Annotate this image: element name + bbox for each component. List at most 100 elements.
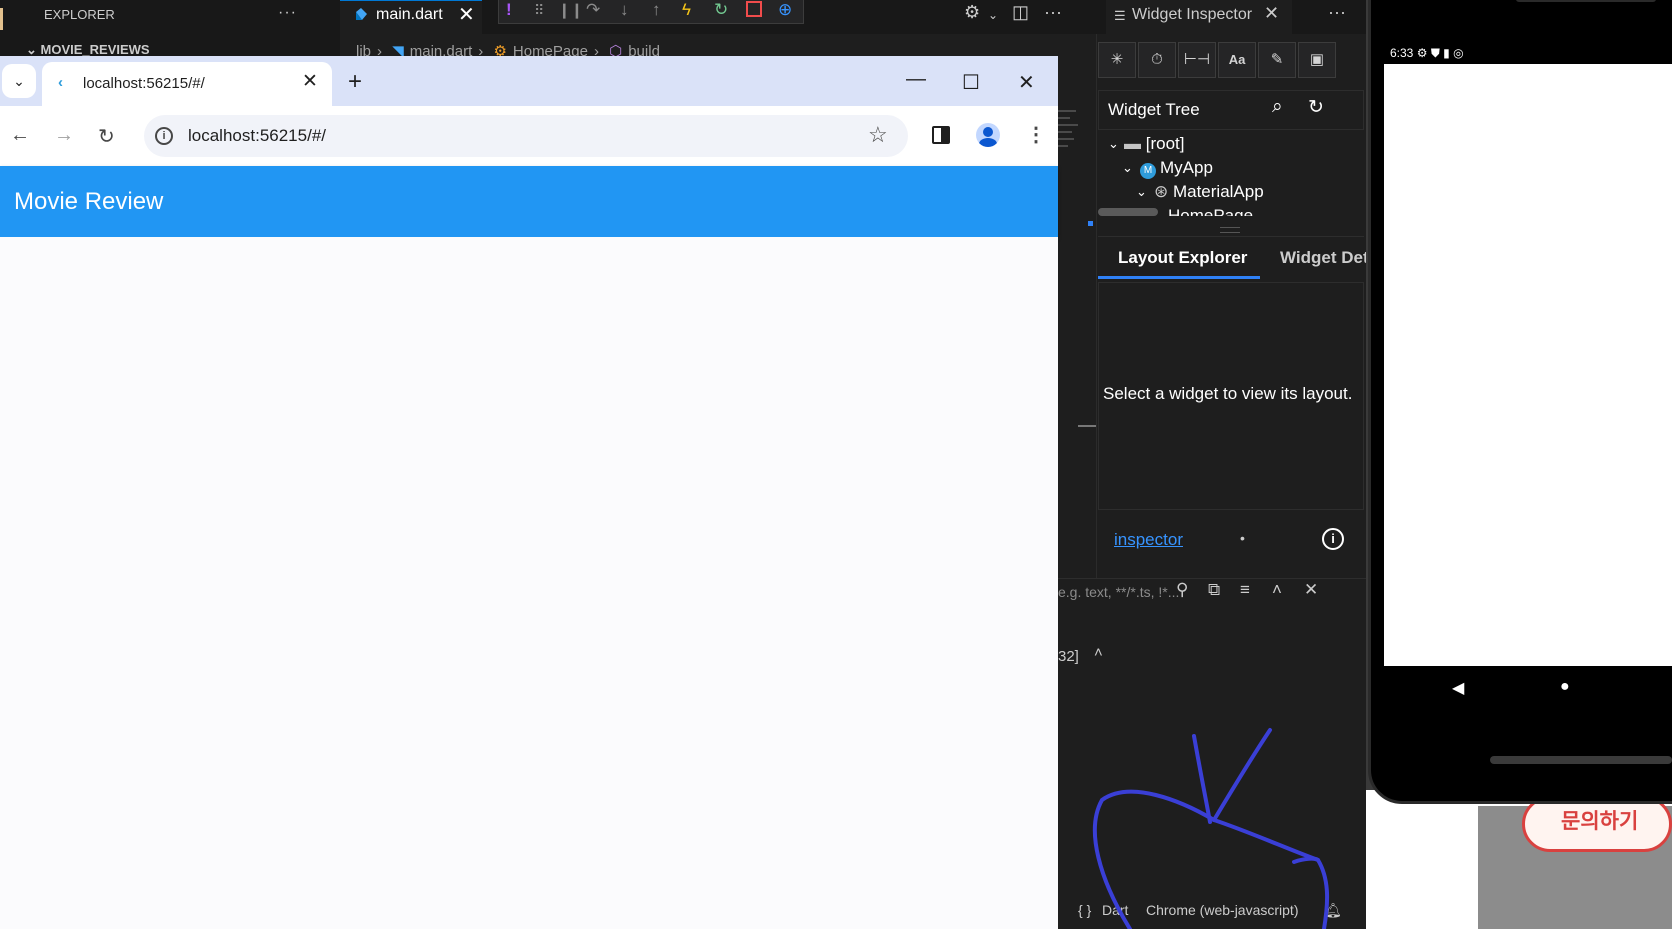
- flutter-icon: ‹: [58, 74, 63, 91]
- close-window-button[interactable]: ✕: [1018, 70, 1035, 95]
- show-guidelines-icon[interactable]: ⊢⊣: [1178, 42, 1216, 78]
- editor-more-button[interactable]: ···: [1044, 2, 1062, 23]
- explorer-title: EXPLORER: [44, 7, 115, 22]
- status-bar: { } Dart Chrome (web-javascript) 🔔︎: [1058, 898, 1366, 922]
- tree-scrollbar[interactable]: [1098, 208, 1158, 216]
- chevron-up-icon[interactable]: ˄: [1272, 580, 1282, 600]
- pause-icon[interactable]: ❙❙: [558, 1, 583, 19]
- splitter-handle[interactable]: [1220, 227, 1240, 233]
- inspector-more-button[interactable]: ···: [1328, 2, 1346, 23]
- profile-avatar-icon[interactable]: [976, 123, 1000, 147]
- debug-warning-icon[interactable]: !: [506, 0, 512, 20]
- sd-card-icon: ▮: [1443, 46, 1450, 60]
- status-device[interactable]: Chrome (web-javascript): [1146, 902, 1298, 918]
- material-icon: ⊛: [1154, 182, 1173, 201]
- step-over-icon[interactable]: ↷: [586, 0, 600, 20]
- new-tab-button[interactable]: +: [348, 68, 362, 96]
- stateless-widget-icon: M: [1140, 163, 1156, 179]
- filter-icon[interactable]: ⚲: [1176, 580, 1188, 600]
- tab-layout-explorer[interactable]: Layout Explorer: [1118, 248, 1247, 268]
- bell-icon[interactable]: 🔔︎: [1324, 902, 1342, 919]
- bookmark-star-icon[interactable]: ☆: [868, 122, 888, 148]
- select-widget-mode-icon[interactable]: ✳: [1098, 42, 1136, 78]
- contact-button[interactable]: 문의하기: [1522, 796, 1672, 852]
- copy-icon[interactable]: ⧉: [1208, 580, 1220, 600]
- forward-icon[interactable]: →: [54, 124, 74, 147]
- chevron-down-icon: ⌄: [26, 42, 41, 57]
- inspector-tab-close-button[interactable]: ✕: [1264, 3, 1279, 24]
- editor-tab-close-button[interactable]: ✕: [458, 2, 475, 27]
- step-out-icon[interactable]: ↑: [652, 0, 661, 20]
- sync-icon: ◎: [1453, 46, 1464, 60]
- sash-indicator: [1088, 221, 1093, 226]
- slow-animations-icon[interactable]: ⏱: [1138, 42, 1176, 78]
- nav-back-icon[interactable]: ◀: [1452, 678, 1464, 698]
- app-title: Movie Review: [14, 188, 164, 215]
- activity-indicator: [0, 8, 3, 30]
- maximize-button[interactable]: ☐: [962, 70, 980, 95]
- hot-reload-icon[interactable]: ϟ: [682, 0, 691, 20]
- status-time: 6:33: [1390, 46, 1414, 60]
- info-icon[interactable]: i: [1322, 528, 1344, 550]
- tab-widget-details-tree[interactable]: Widget Details Tree: [1280, 248, 1366, 268]
- show-baselines-icon[interactable]: Aa: [1218, 42, 1256, 78]
- chrome-menu-icon[interactable]: ⋮: [1026, 122, 1046, 147]
- output-log-line: 32]: [1058, 648, 1079, 665]
- back-icon[interactable]: ←: [10, 124, 30, 147]
- tab-search-button[interactable]: ⌄: [2, 64, 36, 98]
- split-editor-icon[interactable]: ◫: [1012, 2, 1029, 23]
- output-filter-input[interactable]: e.g. text, **/*.ts, !*...: [1058, 584, 1179, 600]
- explorer-more-button[interactable]: ···: [278, 4, 297, 22]
- highlight-repaints-icon[interactable]: ✎: [1258, 42, 1296, 78]
- site-info-icon[interactable]: i: [155, 127, 173, 145]
- drag-handle-icon[interactable]: ⠿: [534, 2, 544, 19]
- editor-tab-label: main.dart: [376, 6, 443, 23]
- phone-status-bar: 6:33 ⚙ ⛊ ▮ ◎: [1390, 46, 1464, 61]
- settings-icon: ⚙: [1416, 46, 1428, 60]
- tree-node-root[interactable]: ▬ [root]: [1124, 134, 1184, 154]
- inspector-tab-label: Widget Inspector: [1132, 6, 1253, 23]
- background-page: [1376, 806, 1478, 929]
- stop-icon[interactable]: [746, 1, 762, 17]
- chevron-down-icon[interactable]: ⌄: [988, 8, 998, 22]
- highlight-images-icon[interactable]: ▣: [1298, 42, 1336, 78]
- tree-node-label: HomePage: [1168, 206, 1254, 216]
- status-language[interactable]: Dart: [1102, 902, 1128, 918]
- hot-restart-icon[interactable]: ↻: [714, 0, 728, 20]
- tree-node-label: MaterialApp: [1172, 182, 1264, 201]
- search-icon[interactable]: ⌕: [1272, 96, 1283, 118]
- active-tab-indicator: [1098, 276, 1260, 279]
- phone-chin-bar: [1490, 756, 1672, 764]
- refresh-icon[interactable]: ↻: [1308, 96, 1324, 119]
- nav-home-icon[interactable]: ●: [1560, 678, 1570, 696]
- output-panel: [1058, 578, 1366, 929]
- address-bar-url[interactable]: localhost:56215/#/: [188, 126, 326, 146]
- inspector-link[interactable]: inspector: [1114, 530, 1183, 550]
- minimize-button[interactable]: —: [906, 68, 926, 91]
- word-wrap-icon[interactable]: ≡: [1240, 580, 1250, 600]
- chevron-down-icon[interactable]: ⌄: [1108, 136, 1119, 152]
- section-title: MOVIE_REVIEWS: [40, 42, 150, 57]
- empty-layout-message: Select a widget to view its layout.: [1103, 384, 1353, 403]
- separator-dot: •: [1240, 530, 1245, 546]
- shield-icon: ⛊: [1430, 46, 1440, 60]
- chevron-up-icon[interactable]: ˄: [1094, 644, 1103, 661]
- scroll-marker: [1078, 425, 1096, 427]
- dart-file-icon: [356, 8, 367, 20]
- step-into-icon[interactable]: ↓: [620, 0, 629, 20]
- browser-tab-close-button[interactable]: ✕: [302, 70, 318, 93]
- chevron-down-icon[interactable]: ⌄: [1136, 184, 1147, 200]
- close-icon[interactable]: ✕: [1304, 580, 1318, 600]
- tree-node-homepage[interactable]: HomePage: [1168, 206, 1253, 216]
- tree-node-myapp[interactable]: M MyApp: [1140, 158, 1213, 179]
- browser-tab-title: localhost:56215/#/: [83, 75, 205, 92]
- devtools-search-icon[interactable]: ⊕: [778, 0, 792, 20]
- run-debug-icon[interactable]: ⚙: [964, 2, 980, 23]
- chevron-down-icon[interactable]: ⌄: [1122, 160, 1133, 176]
- side-panel-icon[interactable]: [932, 126, 950, 144]
- phone-screen[interactable]: [1384, 64, 1672, 666]
- reload-icon[interactable]: ↻: [98, 124, 115, 149]
- tree-node-label: MyApp: [1160, 158, 1213, 177]
- tree-node-materialapp[interactable]: ⊛ MaterialApp: [1154, 182, 1264, 202]
- language-braces-icon[interactable]: { }: [1078, 902, 1091, 918]
